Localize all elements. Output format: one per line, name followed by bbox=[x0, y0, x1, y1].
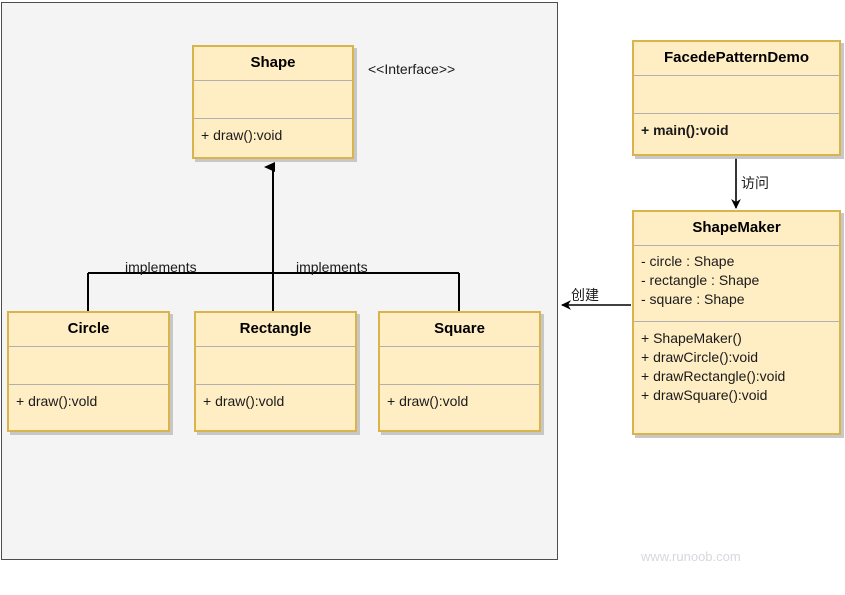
class-title-square: Square bbox=[380, 313, 539, 347]
class-operations-circle: + draw():vold bbox=[9, 385, 168, 417]
class-title-shape-maker: ShapeMaker bbox=[634, 212, 839, 246]
operation-row: + drawSquare():void bbox=[641, 387, 768, 403]
operation-row: + draw():vold bbox=[203, 393, 285, 409]
relation-label-visit: 访问 bbox=[741, 175, 769, 191]
stereotype-label-interface: <<Interface>> bbox=[368, 61, 456, 77]
class-operations-rectangle: + draw():vold bbox=[196, 385, 355, 417]
operation-row: + draw():vold bbox=[387, 393, 469, 409]
attribute-row: - rectangle : Shape bbox=[641, 272, 760, 288]
attribute-row: - circle : Shape bbox=[641, 253, 735, 269]
class-attributes-shape-maker: - circle : Shape - rectangle : Shape - s… bbox=[634, 246, 839, 322]
watermark: www.runoob.com bbox=[641, 549, 741, 564]
class-box-facade-pattern-demo[interactable]: FacedePatternDemo + main():void bbox=[632, 40, 841, 156]
class-box-rectangle[interactable]: Rectangle + draw():vold bbox=[194, 311, 357, 432]
class-box-circle[interactable]: Circle + draw():vold bbox=[7, 311, 170, 432]
class-attributes-facade-pattern-demo bbox=[634, 76, 839, 114]
class-attributes-rectangle bbox=[196, 347, 355, 385]
class-box-square[interactable]: Square + draw():vold bbox=[378, 311, 541, 432]
relation-label-create: 创建 bbox=[571, 287, 599, 303]
class-box-shape-maker[interactable]: ShapeMaker - circle : Shape - rectangle … bbox=[632, 210, 841, 435]
operation-row: + drawRectangle():void bbox=[641, 368, 786, 384]
class-attributes-shape bbox=[194, 81, 352, 119]
relation-label-implements-left: implements bbox=[125, 259, 197, 275]
class-attributes-square bbox=[380, 347, 539, 385]
class-attributes-circle bbox=[9, 347, 168, 385]
class-operations-square: + draw():vold bbox=[380, 385, 539, 417]
class-title-facade-pattern-demo: FacedePatternDemo bbox=[634, 42, 839, 76]
operation-row: + main():void bbox=[641, 122, 729, 138]
class-operations-facade-pattern-demo: + main():void bbox=[634, 114, 839, 146]
relation-label-implements-right: implements bbox=[296, 259, 368, 275]
class-operations-shape-maker: + ShapeMaker() + drawCircle():void + dra… bbox=[634, 322, 839, 411]
class-operations-shape: + draw():void bbox=[194, 119, 352, 151]
operation-row: + draw():void bbox=[201, 127, 283, 143]
operation-row: + ShapeMaker() bbox=[641, 330, 742, 346]
class-title-shape: Shape bbox=[194, 47, 352, 81]
class-box-shape[interactable]: Shape + draw():void bbox=[192, 45, 354, 159]
operation-row: + draw():vold bbox=[16, 393, 98, 409]
class-title-circle: Circle bbox=[9, 313, 168, 347]
attribute-row: - square : Shape bbox=[641, 291, 745, 307]
class-title-rectangle: Rectangle bbox=[196, 313, 355, 347]
operation-row: + drawCircle():void bbox=[641, 349, 759, 365]
